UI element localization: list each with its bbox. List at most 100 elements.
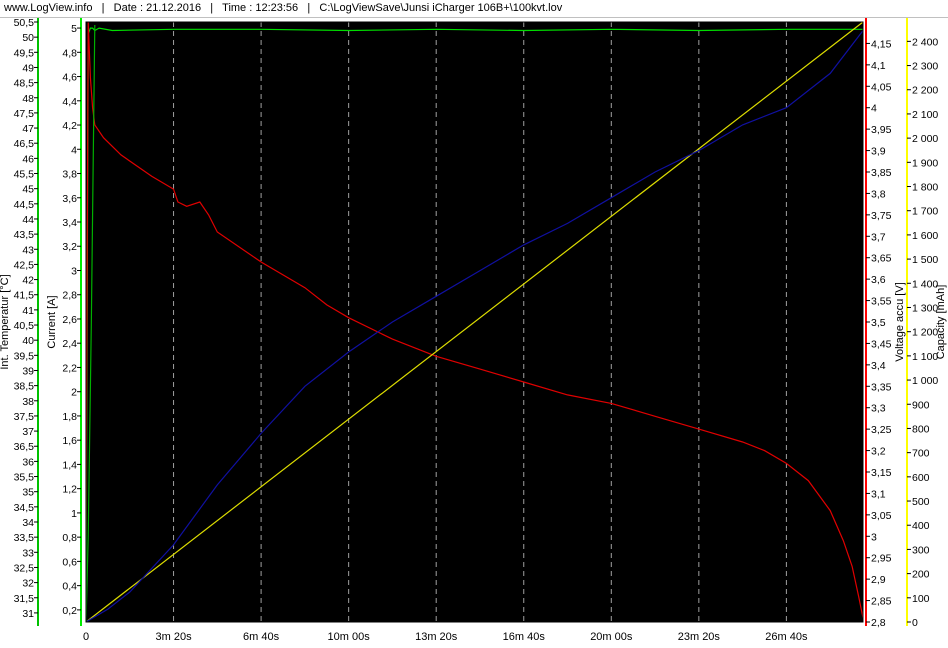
current-tick-label: 1,2 (62, 484, 77, 496)
temp-tick-label: 38,5 (14, 381, 35, 393)
capacity-tick-label: 2 000 (912, 133, 938, 145)
current-tick-label: 4,8 (62, 47, 77, 59)
capacity-tick-label: 1 000 (912, 375, 938, 387)
voltage-tick-label: 3,8 (871, 188, 886, 200)
voltage-tick-label: 2,8 (871, 617, 886, 629)
capacity-tick-label: 300 (912, 544, 930, 556)
current-tick-label: 0,4 (62, 581, 77, 593)
current-tick-label: 0,2 (62, 605, 77, 617)
temp-tick-label: 39 (22, 365, 34, 377)
temp-tick-label: 33,5 (14, 532, 35, 544)
current-tick-label: 1,6 (62, 435, 77, 447)
temp-tick-label: 49 (22, 62, 34, 74)
temp-tick-label: 31,5 (14, 593, 35, 605)
current-tick-label: 3,4 (62, 217, 77, 229)
voltage-tick-label: 3,65 (871, 253, 892, 265)
current-tick-label: 3,2 (62, 241, 77, 253)
temp-tick-label: 41,5 (14, 290, 35, 302)
temp-tick-label: 38 (22, 396, 34, 408)
current-tick-label: 3 (71, 265, 77, 277)
voltage-tick-label: 3,7 (871, 231, 886, 243)
capacity-tick-label: 800 (912, 423, 930, 435)
capacity-tick-label: 2 400 (912, 36, 938, 48)
capacity-tick-label: 2 200 (912, 85, 938, 97)
temp-tick-label: 50 (22, 32, 34, 44)
current-tick-label: 5 (71, 23, 77, 35)
temp-tick-label: 32,5 (14, 562, 35, 574)
chart: 0 3m 20s 6m 40s 10m 00s 13m 20s 16m 40s 20m 00… (0, 18, 947, 643)
temp-tick-label: 37,5 (14, 411, 35, 423)
temp-tick-label: 44 (22, 214, 34, 226)
current-tick-label: 0,6 (62, 556, 77, 568)
x-tick-label: 23m 20s (678, 631, 721, 643)
voltage-tick-label: 3,6 (871, 274, 886, 286)
capacity-tick-label: 500 (912, 496, 930, 508)
current-axis-title: Current [A] (46, 295, 58, 348)
capacity-tick-label: 1 900 (912, 157, 938, 169)
capacity-axis-title: Capacity [mAh] (935, 285, 947, 360)
header-file: C:\LogViewSave\Junsi iCharger 106B+\100k… (319, 2, 563, 14)
voltage-tick-label: 3,85 (871, 167, 892, 179)
current-tick-label: 1,4 (62, 459, 77, 471)
current-tick-label: 1 (71, 508, 77, 520)
voltage-tick-label: 2,85 (871, 596, 892, 608)
temp-tick-label: 48,5 (14, 78, 35, 90)
current-tick-label: 4,6 (62, 72, 77, 84)
temp-axis-title: Int. Temperatur [°C] (0, 274, 11, 369)
capacity-tick-label: 2 100 (912, 109, 938, 121)
temp-tick-label: 40,5 (14, 320, 35, 332)
current-tick-label: 4,2 (62, 120, 77, 132)
voltage-tick-label: 3,9 (871, 146, 886, 158)
temp-tick-label: 45,5 (14, 169, 35, 181)
voltage-tick-label: 3,05 (871, 510, 892, 522)
temp-tick-label: 44,5 (14, 199, 35, 211)
x-tick-label: 26m 40s (765, 631, 808, 643)
x-tick-label: 0 (83, 631, 89, 643)
temp-tick-label: 32 (22, 578, 34, 590)
capacity-tick-label: 0 (912, 617, 918, 629)
capacity-tick-label: 1 500 (912, 254, 938, 266)
header-text: www.LogView.info | Date : 21.12.2016 | T… (4, 2, 563, 14)
voltage-tick-label: 3,45 (871, 338, 892, 350)
temp-tick-label: 48 (22, 93, 34, 105)
header-site: www.LogView.info (4, 2, 93, 14)
x-tick-label: 3m 20s (156, 631, 193, 643)
capacity-tick-label: 1 600 (912, 230, 938, 242)
capacity-tick-label: 700 (912, 448, 930, 460)
capacity-tick-label: 1 700 (912, 206, 938, 218)
temp-tick-label: 45 (22, 184, 34, 196)
temp-tick-label: 35,5 (14, 472, 35, 484)
capacity-tick-label: 900 (912, 399, 930, 411)
voltage-tick-label: 4 (871, 103, 877, 115)
temp-tick-label: 31 (22, 608, 34, 620)
voltage-tick-label: 4,05 (871, 81, 892, 93)
temp-tick-label: 36,5 (14, 441, 35, 453)
x-tick-label: 10m 00s (328, 631, 371, 643)
current-tick-label: 2,2 (62, 362, 77, 374)
voltage-tick-label: 3,55 (871, 296, 892, 308)
temp-tick-label: 47,5 (14, 108, 35, 120)
temp-tick-label: 49,5 (14, 47, 35, 59)
temp-tick-label: 46 (22, 153, 34, 165)
temp-tick-label: 43 (22, 244, 34, 256)
temp-tick-label: 33 (22, 547, 34, 559)
current-tick-label: 4 (71, 144, 77, 156)
x-tick-label: 20m 00s (590, 631, 633, 643)
voltage-tick-label: 3,15 (871, 467, 892, 479)
capacity-tick-label: 100 (912, 593, 930, 605)
voltage-tick-label: 3 (871, 531, 877, 543)
voltage-tick-label: 3,25 (871, 424, 892, 436)
temp-tick-label: 43,5 (14, 229, 35, 241)
current-tick-label: 2 (71, 387, 77, 399)
capacity-tick-label: 1 800 (912, 182, 938, 194)
current-tick-label: 3,8 (62, 169, 77, 181)
voltage-tick-label: 4,15 (871, 38, 892, 50)
temp-tick-label: 41 (22, 305, 34, 317)
current-tick-label: 1,8 (62, 411, 77, 423)
voltage-tick-label: 3,75 (871, 210, 892, 222)
voltage-tick-label: 3,35 (871, 381, 892, 393)
header-time: Time : 12:23:56 (222, 2, 299, 14)
capacity-tick-label: 600 (912, 472, 930, 484)
temp-tick-label: 35 (22, 487, 34, 499)
voltage-tick-label: 2,95 (871, 553, 892, 565)
